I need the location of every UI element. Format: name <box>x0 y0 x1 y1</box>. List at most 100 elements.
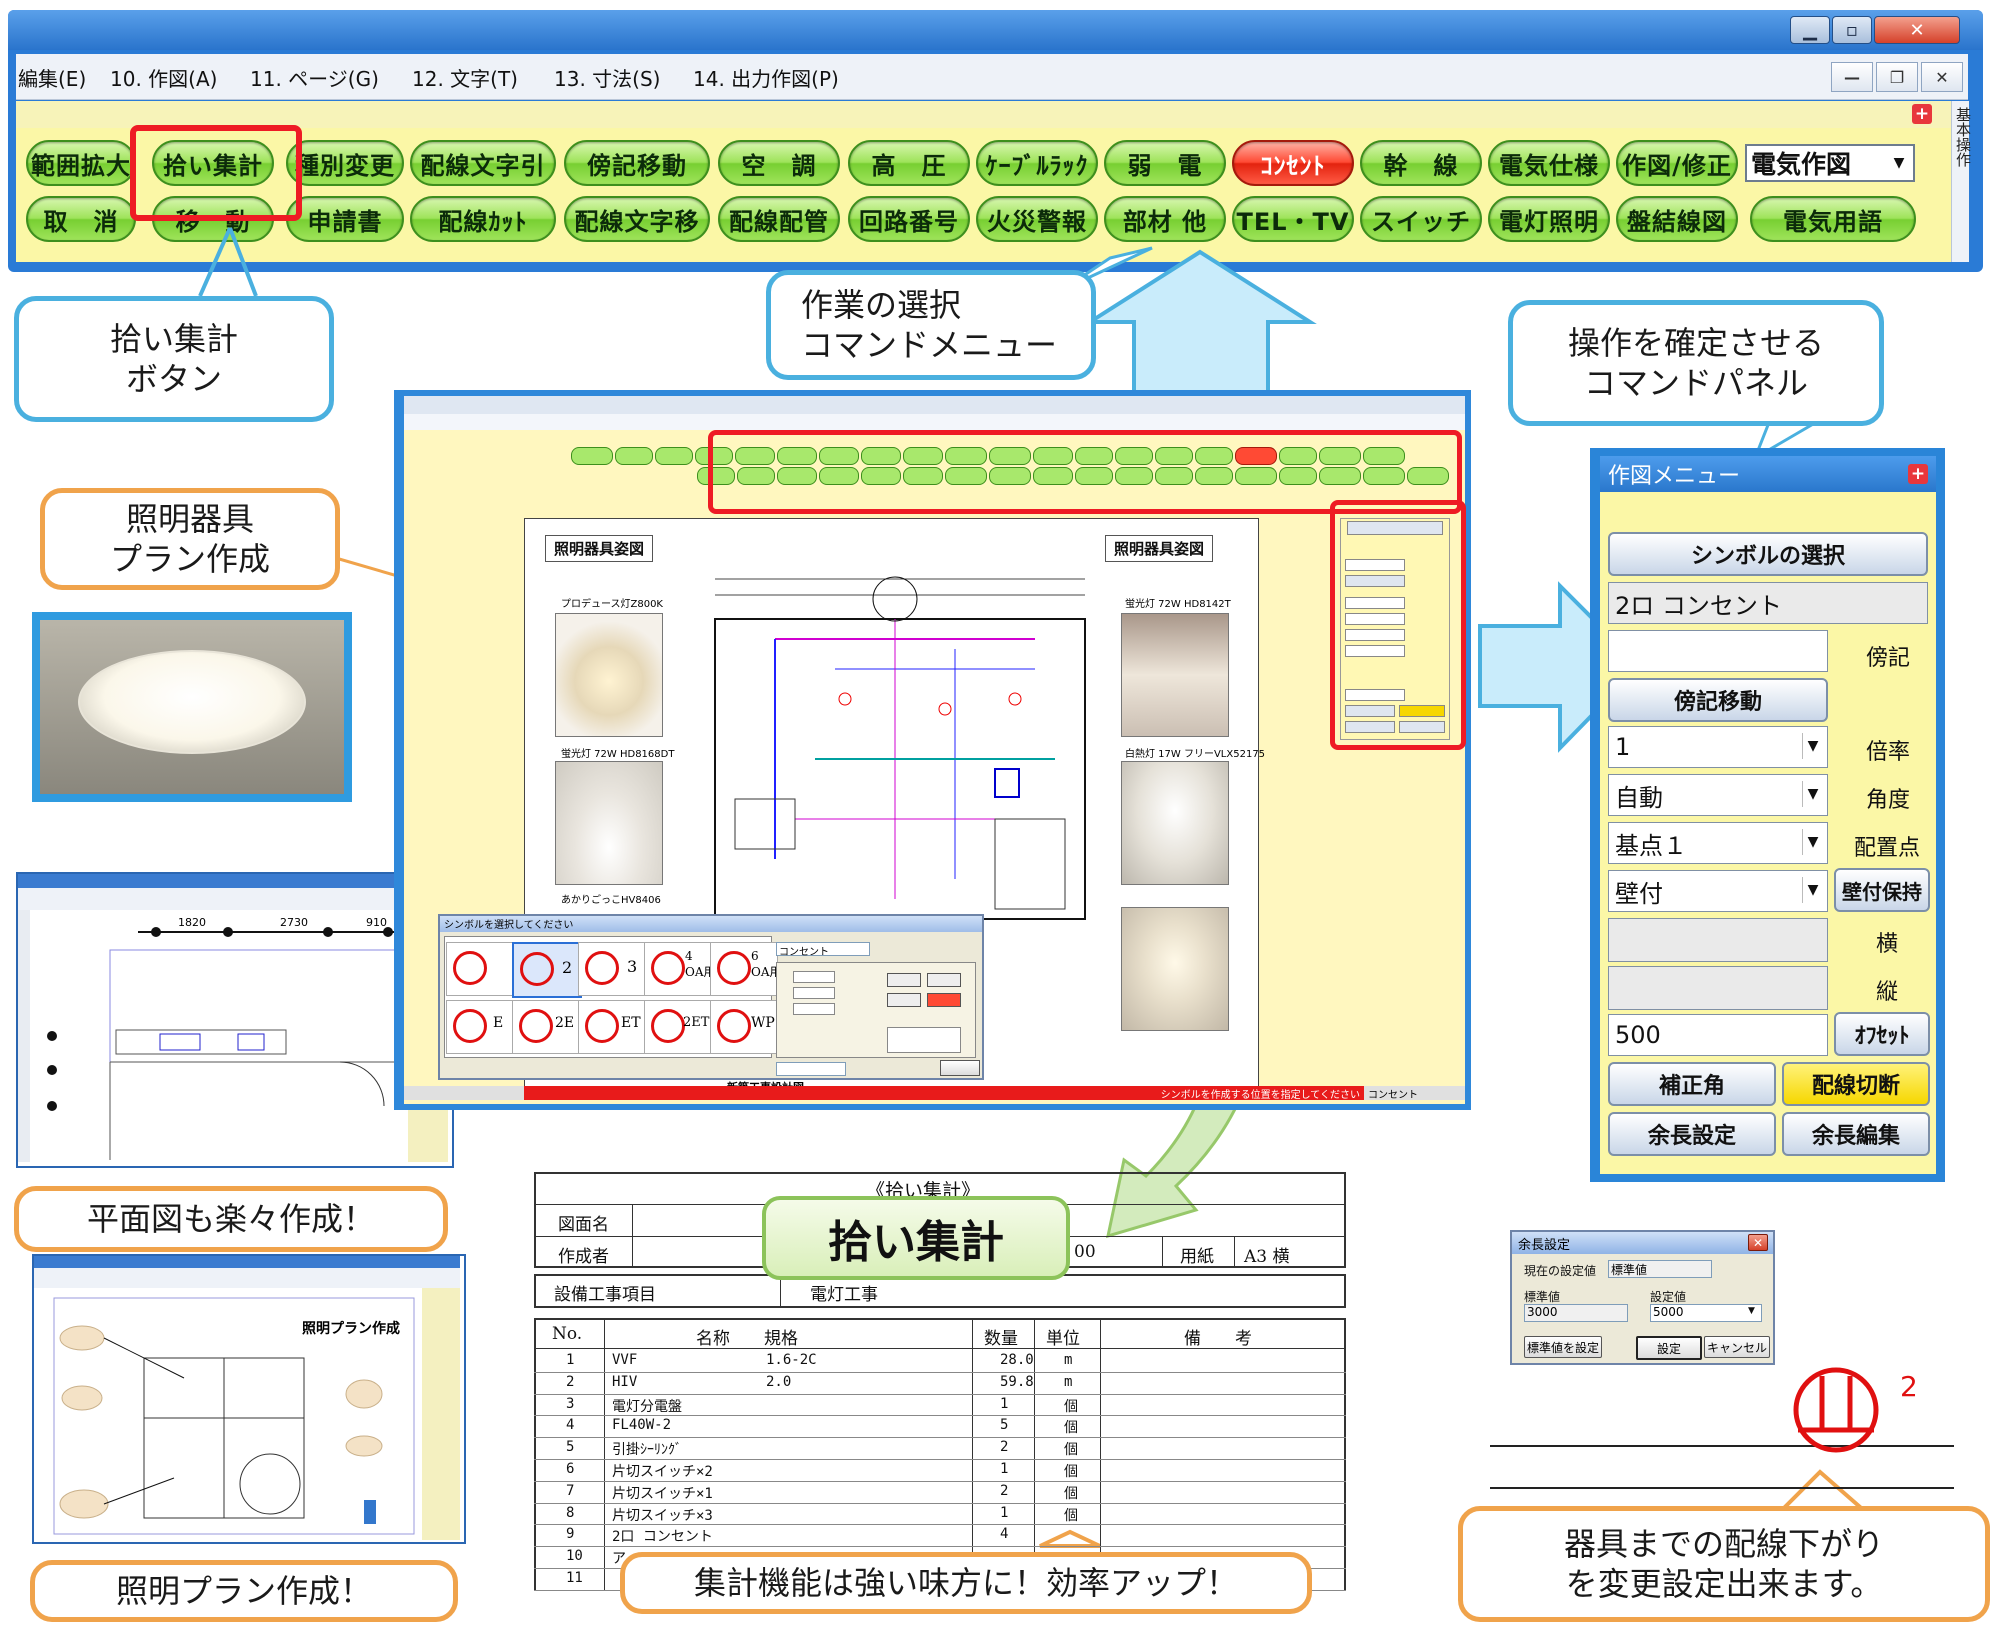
aggregation-callout: 集計機能は強い味方に！効率アップ！ <box>620 1552 1312 1614</box>
symbol-cell[interactable]: 2E <box>512 1000 580 1054</box>
plus-icon[interactable]: + <box>1908 464 1928 484</box>
angle-combo[interactable]: 自動 ▼ <box>1608 774 1828 816</box>
row-unit: m <box>1064 1374 1073 1390</box>
ceiling-light-photo-frame <box>32 612 352 802</box>
row-divider <box>534 1437 1346 1438</box>
pendant-photo <box>555 761 663 885</box>
row-qty: 2 <box>1000 1483 1009 1499</box>
standard-value-label: 標準値 <box>1524 1290 1561 1304</box>
symbol-cell[interactable]: 2ET <box>644 1000 712 1054</box>
sheet-title-right: 照明器具姿図 <box>1105 535 1214 562</box>
margin-setting-button[interactable]: 余長設定 <box>1608 1112 1776 1156</box>
symbol-cell-selected[interactable]: 2 <box>512 942 582 998</box>
symbol-cell[interactable]: 3 <box>578 942 646 996</box>
horizontal-field[interactable] <box>1608 918 1828 962</box>
symbol-cell[interactable]: WP <box>710 1000 778 1054</box>
wall-hold-button[interactable]: 壁付保持 <box>1834 868 1930 912</box>
sheet-title-left: 照明器具姿図 <box>545 535 654 562</box>
select-symbol-button[interactable]: シンボルの選択 <box>1608 532 1928 576</box>
row-qty: 1 <box>1000 1396 1009 1412</box>
close-icon[interactable]: ✕ <box>1748 1234 1768 1251</box>
floor-plan-callout: 平面図も楽々作成！ <box>14 1186 448 1252</box>
col-header-unit: 単位 <box>1046 1329 1080 1349</box>
fixture-label: 蛍光灯 72W HD8142T <box>1125 599 1231 610</box>
chevron-down-icon: ▼ <box>1802 877 1823 903</box>
row-no: 10 <box>566 1548 583 1564</box>
row-unit: m <box>1064 1352 1073 1368</box>
row-unit: 個 <box>1064 1486 1078 1502</box>
row-qty: 28.0 <box>1000 1352 1034 1368</box>
fixture-label: 白熱灯 17W フリーVLX52175 <box>1125 749 1266 760</box>
row-name: 引掛ｼｰﾘﾝｸﾞ <box>612 1442 682 1458</box>
base-point-combo[interactable]: 基点１ ▼ <box>1608 822 1828 864</box>
row-unit: 個 <box>1064 1420 1078 1436</box>
ceiling-lamp-photo <box>1121 761 1229 885</box>
command-panel-callout: 操作を確定させる コマンドパネル <box>1508 300 1884 426</box>
command-panel-highlight <box>1330 500 1466 750</box>
item-label: 設備工事項目 <box>554 1285 656 1305</box>
standard-value-field: 3000 <box>1524 1304 1628 1322</box>
row-divider <box>534 1503 1346 1504</box>
ok-button[interactable]: 設定 <box>1636 1336 1702 1360</box>
pickup-total-callout: 拾い集計 <box>762 1196 1070 1280</box>
row-qty: 1 <box>1000 1461 1009 1477</box>
outlet-symbol-icon <box>1793 1367 1879 1453</box>
symbol-cell[interactable]: E <box>446 1000 514 1054</box>
note-label: 傍記 <box>1866 646 1911 671</box>
mount-combo[interactable]: 壁付 ▼ <box>1608 870 1828 912</box>
symbol-cell[interactable] <box>446 942 514 996</box>
set-value-label: 設定値 <box>1650 1290 1687 1304</box>
creator-label: 作成者 <box>558 1247 609 1267</box>
chevron-down-icon: ▼ <box>1802 781 1823 807</box>
row-no: 5 <box>566 1439 575 1455</box>
item-value: 電灯工事 <box>810 1285 878 1305</box>
cancel-dialog-button[interactable]: キャンセル <box>1704 1336 1770 1358</box>
col-header-name: 名称 規格 <box>696 1329 798 1349</box>
row-qty: 4 <box>1000 1526 1009 1542</box>
row-divider <box>534 1394 1346 1395</box>
row-qty: 59.8 <box>1000 1374 1034 1390</box>
chevron-down-icon: ▼ <box>1748 1306 1755 1316</box>
lighting-plan-callout: 照明器具 プラン作成 <box>40 488 340 590</box>
row-unit: 個 <box>1064 1508 1078 1524</box>
status-mode: コンセント <box>1368 1090 1418 1101</box>
vertical-field[interactable] <box>1608 966 1828 1010</box>
note-input[interactable] <box>1608 630 1828 672</box>
scale-label: 倍率 <box>1866 740 1911 765</box>
symbol-category-combo[interactable]: コンセント <box>776 942 870 958</box>
row-divider <box>534 1459 1346 1460</box>
row-no: 2 <box>566 1374 575 1390</box>
set-standard-button[interactable]: 標準値を設定 <box>1524 1336 1602 1358</box>
command-menu-callout: 作業の選択 コマンドメニュー <box>766 270 1096 380</box>
set-value-combo[interactable]: 5000 <box>1650 1304 1762 1322</box>
chevron-down-icon: ▼ <box>1802 733 1823 759</box>
chandelier-photo <box>555 613 663 737</box>
row-spec: 2.0 <box>766 1374 792 1390</box>
row-name: VVF <box>612 1352 638 1368</box>
row-no: 7 <box>566 1483 575 1499</box>
offset-input[interactable]: 500 <box>1608 1014 1828 1056</box>
row-no: 6 <box>566 1461 575 1477</box>
offset-button[interactable]: ｵﾌｾｯﾄ <box>1834 1012 1930 1056</box>
scale-combo[interactable]: 1 ▼ <box>1608 726 1828 768</box>
symbol-cell[interactable]: 4 OA用 <box>644 942 716 996</box>
cut-wiring-button[interactable]: 配線切断 <box>1782 1062 1930 1106</box>
draw-menu-title: 作図メニュー + <box>1600 456 1936 492</box>
margin-edit-button[interactable]: 余長編集 <box>1782 1112 1930 1156</box>
symbol-cell[interactable]: 6 OA用 <box>710 942 782 996</box>
cad-status-message-bar: シンボルを作成する位置を指定してください <box>524 1086 1364 1101</box>
note-move-panel-button[interactable]: 傍記移動 <box>1608 678 1828 722</box>
margin-dialog-title: 余長設定 ✕ <box>1512 1232 1773 1254</box>
row-no: 11 <box>566 1570 583 1586</box>
row-no: 3 <box>566 1396 575 1412</box>
cad-title-bar <box>404 396 1465 414</box>
correction-angle-button[interactable]: 補正角 <box>1608 1062 1776 1106</box>
symbol-cell[interactable]: ET <box>578 1000 646 1054</box>
floor-plan-screenshot: 1820 2730 910 <box>16 872 454 1168</box>
symbol-number: 2 <box>1900 1370 1918 1403</box>
close-dialog-button[interactable] <box>940 1060 980 1076</box>
lighting-plan-screenshot: 照明プラン作成 <box>32 1254 466 1544</box>
row-name: 片切スイッチ×2 <box>612 1464 713 1480</box>
col-header-no: No. <box>552 1324 583 1344</box>
font-combo[interactable] <box>776 1062 846 1076</box>
